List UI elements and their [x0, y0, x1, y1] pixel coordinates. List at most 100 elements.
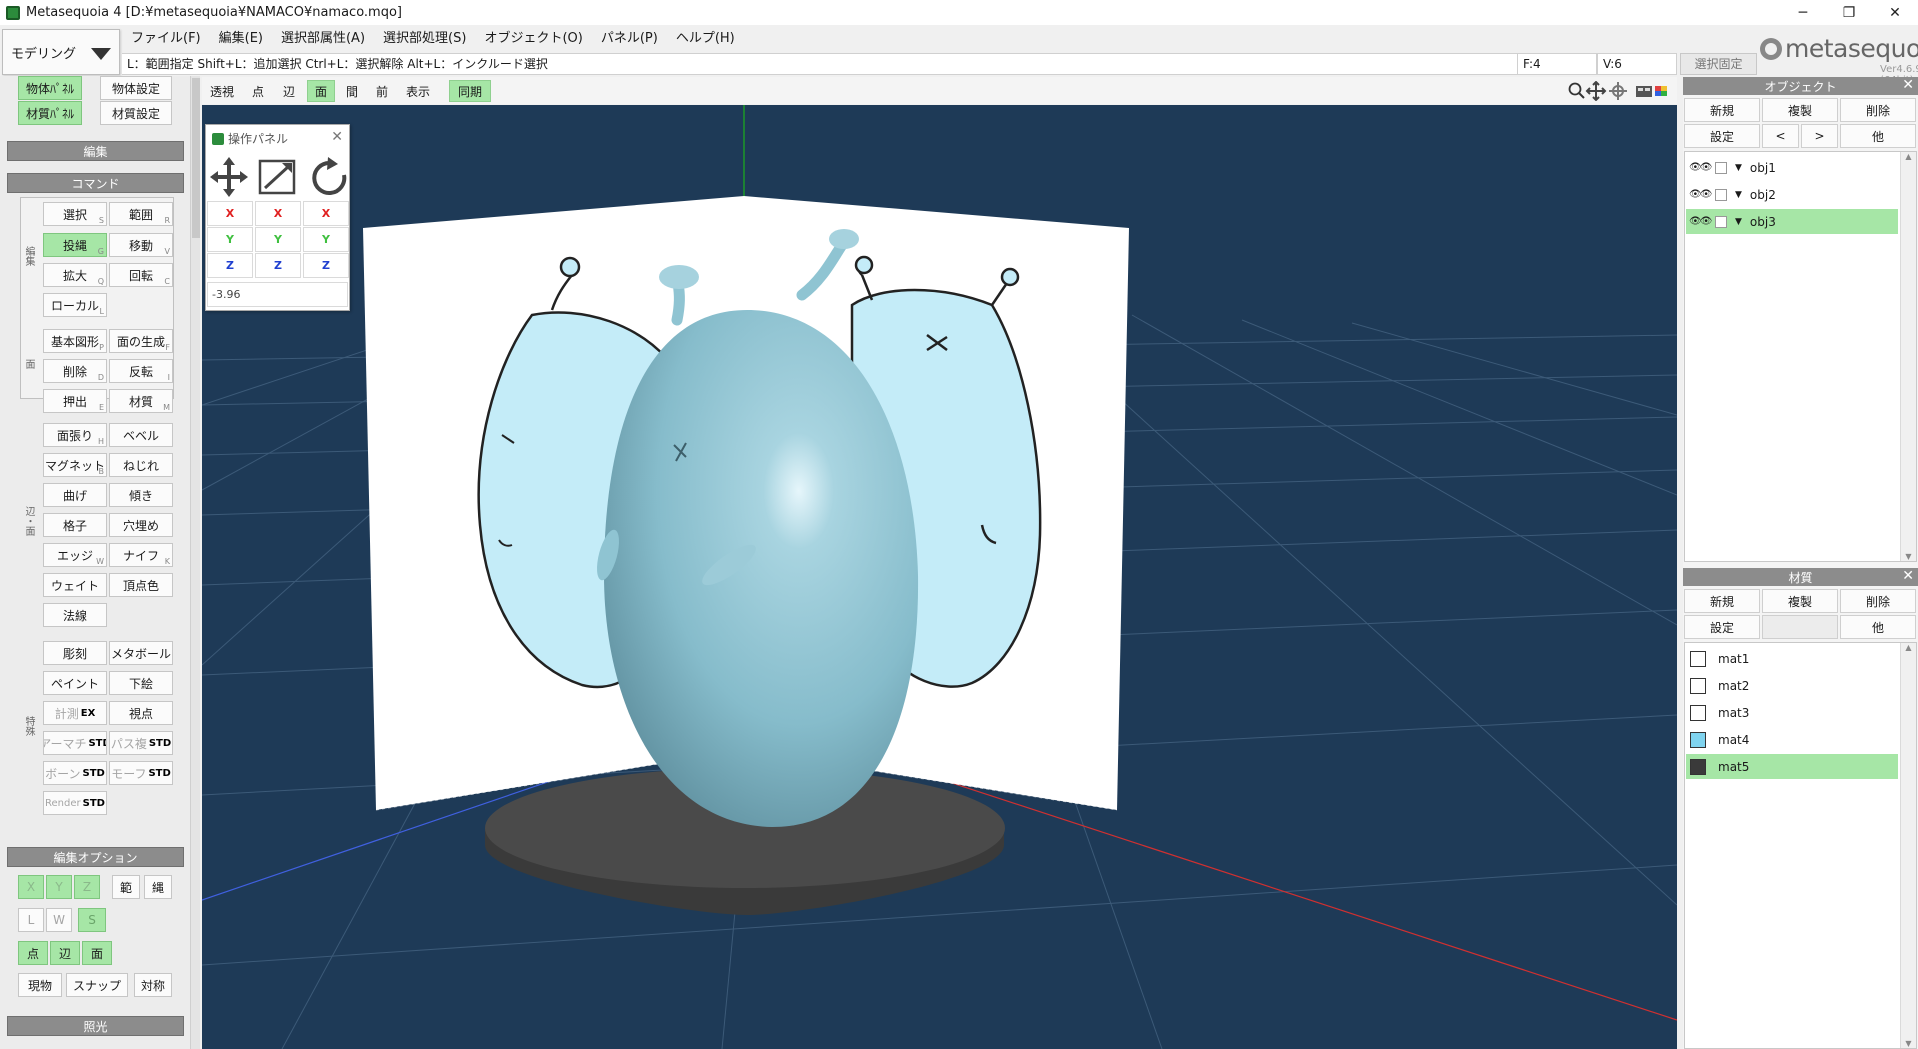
object-prev-button[interactable]: <	[1762, 124, 1799, 148]
flip-command[interactable]: 反転 I	[109, 359, 173, 383]
sync-button[interactable]: 同期	[449, 80, 491, 102]
delete-object-button[interactable]: 削除	[1840, 98, 1916, 122]
move-y-button[interactable]: Y	[207, 227, 253, 252]
material-swatch[interactable]	[1690, 758, 1706, 775]
material-row[interactable]: mat4	[1686, 727, 1898, 752]
measure-command[interactable]: 計測 EX	[43, 701, 107, 725]
visibility-icon[interactable]: 👁👁	[1689, 216, 1712, 227]
material-row[interactable]: mat2	[1686, 673, 1898, 698]
duplicate-material-button[interactable]: 複製	[1762, 589, 1838, 613]
path-copy-command[interactable]: パス複 STD	[109, 731, 173, 755]
face-brush-command[interactable]: 面張り H	[43, 423, 107, 447]
axis-z-toggle[interactable]: Z	[74, 875, 100, 899]
close-button[interactable]: ✕	[1872, 0, 1918, 25]
weight-command[interactable]: ウェイト	[43, 573, 107, 597]
close-icon[interactable]: ✕	[331, 129, 343, 145]
menu-object[interactable]: オブジェクト(O)	[475, 27, 591, 51]
close-icon[interactable]: ✕	[1902, 77, 1914, 93]
value-field[interactable]: -3.96	[207, 282, 348, 307]
select-command[interactable]: 選択 S	[43, 202, 107, 226]
rotate-icon[interactable]	[312, 157, 347, 195]
symmetry-button[interactable]: 対称	[134, 973, 172, 997]
underlay-command[interactable]: 下絵	[109, 671, 173, 695]
chevron-down-icon[interactable]: ▼	[1735, 163, 1742, 173]
menu-help[interactable]: ヘルプ(H)	[667, 27, 744, 51]
material-command[interactable]: 材質 M	[109, 389, 173, 413]
menu-file[interactable]: ファイル(F)	[122, 27, 210, 51]
render-command[interactable]: Render STD	[43, 791, 107, 815]
menu-select-attr[interactable]: 選択部属性(A)	[272, 27, 374, 51]
metaball-command[interactable]: メタボール	[109, 641, 173, 665]
rotate-command[interactable]: 回転 C	[109, 263, 173, 287]
local-command[interactable]: ローカル L	[43, 293, 107, 317]
material-row[interactable]: mat3	[1686, 700, 1898, 725]
menu-select-proc[interactable]: 選択部処理(S)	[374, 27, 475, 51]
rotate-view-icon[interactable]	[1609, 82, 1627, 100]
pan-icon[interactable]	[1585, 81, 1607, 101]
lock-checkbox[interactable]	[1715, 188, 1727, 201]
material-settings-button[interactable]: 材質設定	[100, 101, 172, 125]
sculpt-command[interactable]: 彫刻	[43, 641, 107, 665]
edge-view-button[interactable]: 辺	[279, 80, 299, 102]
3d-viewport[interactable]	[202, 105, 1677, 1049]
delete-command[interactable]: 削除 D	[43, 359, 107, 383]
material-swatch[interactable]	[1690, 650, 1706, 667]
bend-command[interactable]: 曲げ	[43, 483, 107, 507]
materials-panel-header[interactable]: 材質 ✕	[1683, 568, 1918, 586]
lock-checkbox[interactable]	[1715, 161, 1727, 174]
restore-button[interactable]: ❐	[1826, 0, 1872, 25]
scale-y-button[interactable]: Y	[255, 227, 301, 252]
scroll-down-icon[interactable]: ▼	[1901, 1039, 1916, 1048]
normal-command[interactable]: 法線	[43, 603, 107, 627]
lock-checkbox[interactable]	[1715, 215, 1727, 228]
armature-command[interactable]: アーマチSTD	[43, 731, 107, 755]
material-settings-button[interactable]: 設定	[1684, 615, 1760, 639]
material-swatch[interactable]	[1690, 731, 1706, 748]
object-list-scrollbar[interactable]: ▲ ▼	[1900, 152, 1916, 561]
material-row[interactable]: mat1	[1686, 646, 1898, 671]
face-view-button[interactable]: 面	[307, 80, 335, 102]
paint-command[interactable]: ペイント	[43, 671, 107, 695]
object-panel-button[interactable]: 物体ﾊﾟﾈﾙ	[18, 76, 82, 100]
object-next-button[interactable]: >	[1801, 124, 1838, 148]
operation-panel-header[interactable]: 操作パネル ✕	[206, 125, 349, 152]
lasso-command[interactable]: 投縄 G	[43, 233, 107, 257]
hole-fill-command[interactable]: 穴埋め	[109, 513, 173, 537]
object-other-button[interactable]: 他	[1840, 124, 1916, 148]
material-list-scrollbar[interactable]: ▲ ▼	[1900, 643, 1916, 1048]
menu-edit[interactable]: 編集(E)	[210, 27, 272, 51]
scroll-up-icon[interactable]: ▲	[1901, 643, 1916, 652]
snap-button[interactable]: スナップ	[66, 973, 128, 997]
morph-command[interactable]: モーフ STD	[109, 761, 173, 785]
edge-mode-toggle[interactable]: 辺	[50, 941, 80, 965]
menu-panel[interactable]: パネル(P)	[592, 27, 667, 51]
knife-command[interactable]: ナイフ K	[109, 543, 173, 567]
visibility-icon[interactable]: 👁👁	[1689, 162, 1712, 173]
rotate-z-button[interactable]: Z	[303, 253, 349, 278]
scale-icon[interactable]	[258, 159, 296, 195]
material-swatch[interactable]	[1690, 677, 1706, 694]
left-panel-scrollbar[interactable]	[190, 76, 200, 1049]
axis-x-toggle[interactable]: X	[18, 875, 44, 899]
visibility-icon[interactable]: 👁👁	[1689, 189, 1712, 200]
primitive-command[interactable]: 基本図形 P	[43, 329, 107, 353]
object-row-selected[interactable]: 👁👁 ▼ obj3	[1686, 209, 1898, 234]
new-material-button[interactable]: 新規	[1684, 589, 1760, 613]
gap-view-button[interactable]: 間	[340, 80, 364, 102]
close-icon[interactable]: ✕	[1902, 568, 1914, 584]
rope-option-button[interactable]: 縄	[144, 875, 172, 899]
scale-command[interactable]: 拡大 Q	[43, 263, 107, 287]
extrude-command[interactable]: 押出 E	[43, 389, 107, 413]
zoom-icon[interactable]	[1568, 82, 1585, 99]
vertex-color-command[interactable]: 頂点色	[109, 573, 173, 597]
objects-panel-header[interactable]: オブジェクト ✕	[1683, 77, 1918, 95]
delete-material-button[interactable]: 削除	[1840, 589, 1916, 613]
selection-lock-button[interactable]: 選択固定	[1680, 53, 1757, 75]
viewpoint-command[interactable]: 視点	[109, 701, 173, 725]
scroll-down-icon[interactable]: ▼	[1901, 552, 1916, 561]
chevron-down-icon[interactable]: ▼	[1735, 190, 1742, 200]
command-section-header[interactable]: コマンド	[7, 173, 184, 193]
material-row-selected[interactable]: mat5	[1686, 754, 1898, 779]
object-row[interactable]: 👁👁 ▼ obj1	[1686, 155, 1898, 180]
bevel-command[interactable]: ベベル	[109, 423, 173, 447]
